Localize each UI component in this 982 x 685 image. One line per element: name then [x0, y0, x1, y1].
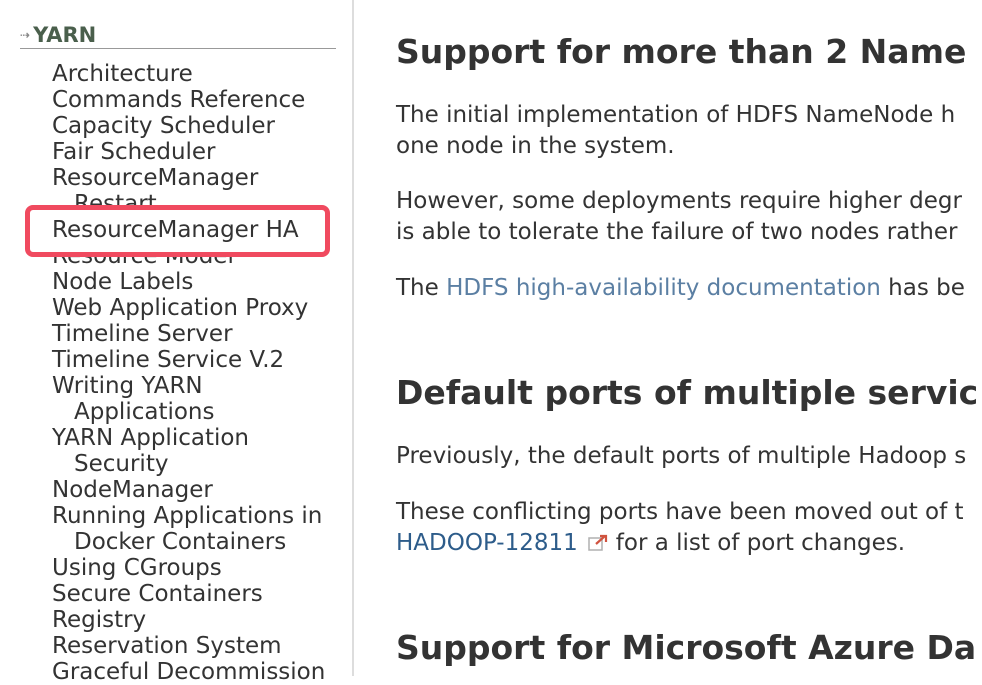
sidebar-item-label: ResourceManager — [52, 165, 259, 191]
sidebar-item-label: Registry — [52, 607, 147, 633]
paragraph-text: has be — [880, 275, 965, 301]
section-heading-azure: Support for Microsoft Azure Da — [396, 628, 977, 667]
yarn-section-title: YARN — [33, 23, 97, 47]
sidebar-item-label-line2: Docker Containers — [74, 529, 287, 555]
hdfs-ha-docs-link[interactable]: HDFS high-availability documentation — [446, 275, 881, 301]
sidebar-item-label: Node Labels — [52, 269, 194, 295]
sidebar-item-timeline-service-v2[interactable]: Timeline Service V.2 — [52, 347, 342, 373]
paragraph-text: These conflicting ports have been moved … — [396, 499, 964, 525]
paragraph-with-link: The HDFS high-availability documentation… — [396, 273, 965, 304]
paragraph-text: Previously, the default ports of multipl… — [396, 443, 967, 469]
paragraph-text: However, some deployments require higher… — [396, 188, 962, 214]
sidebar-item-label: YARN Application — [52, 425, 250, 451]
sidebar-item-node-labels[interactable]: Node Labels — [52, 269, 342, 295]
sidebar-item-label: ResourceManager HA — [52, 217, 299, 243]
sidebar-item-label: Reservation System — [52, 633, 282, 659]
paragraph-text: The — [396, 275, 447, 301]
sidebar-item-label: Timeline Service V.2 — [52, 347, 285, 373]
sidebar-item-label-line2: Applications — [74, 399, 215, 425]
sidebar-item-yarn-application-security[interactable]: YARN Application Security — [52, 425, 342, 477]
sidebar-item-label-line2: Security — [74, 451, 169, 477]
sidebar-item-label: Web Application Proxy — [52, 295, 309, 321]
sidebar-item-label: Writing YARN — [52, 373, 203, 399]
sidebar-item-capacity-scheduler[interactable]: Capacity Scheduler — [52, 113, 342, 139]
external-link-icon — [588, 534, 607, 551]
sidebar-item-label: NodeManager — [52, 477, 213, 503]
sidebar-item-label: Running Applications in — [52, 503, 323, 529]
sidebar-item-nodemanager[interactable]: NodeManager — [52, 477, 342, 503]
sidebar-item-using-cgroups[interactable]: Using CGroups — [52, 555, 342, 581]
paragraph-text: is able to tolerate the failure of two n… — [396, 219, 958, 245]
sidebar-item-label: Secure Containers — [52, 581, 263, 607]
paragraph-with-link: HADOOP-12811 for a list of port changes. — [396, 528, 905, 559]
sidebar-item-fair-scheduler[interactable]: Fair Scheduler — [52, 139, 342, 165]
sidebar-item-label: Timeline Server — [52, 321, 233, 347]
yarn-section-header: ⇢ YARN — [20, 22, 336, 49]
sidebar-item-registry[interactable]: Registry — [52, 607, 342, 633]
sidebar-item-graceful-decommission[interactable]: Graceful Decommission — [52, 659, 342, 685]
sidebar-item-secure-containers[interactable]: Secure Containers — [52, 581, 342, 607]
sidebar-item-timeline-server[interactable]: Timeline Server — [52, 321, 342, 347]
sidebar-item-commands-reference[interactable]: Commands Reference — [52, 87, 342, 113]
sidebar-item-resourcemanager-ha[interactable]: ResourceManager HA — [52, 217, 342, 243]
sidebar-item-label: Graceful Decommission — [52, 659, 326, 685]
sidebar-item-label: Capacity Scheduler — [52, 113, 275, 139]
sidebar-item-label: Fair Scheduler — [52, 139, 216, 165]
sidebar-item-reservation-system[interactable]: Reservation System — [52, 633, 342, 659]
sidebar-item-architecture[interactable]: Architecture — [52, 61, 342, 87]
sidebar-item-docker-containers[interactable]: Running Applications in Docker Containers — [52, 503, 342, 555]
paragraph-text: The initial implementation of HDFS NameN… — [396, 102, 956, 128]
section-heading-default-ports: Default ports of multiple servic — [396, 373, 979, 412]
sidebar-nav: ⇢ YARN Architecture Commands Reference Ca… — [0, 0, 354, 685]
paragraph-text: one node in the system. — [396, 133, 675, 159]
hadoop-12811-link[interactable]: HADOOP-12811 — [396, 530, 578, 556]
sidebar-item-label: Architecture — [52, 61, 193, 87]
arrow-right-icon: ⇢ — [20, 28, 31, 42]
sidebar-item-writing-yarn-applications[interactable]: Writing YARN Applications — [52, 373, 342, 425]
sidebar-item-label: Using CGroups — [52, 555, 222, 581]
section-heading-namenodes: Support for more than 2 Name — [396, 32, 967, 71]
main-content: Support for more than 2 Name The initial… — [396, 0, 982, 676]
sidebar-item-label: Commands Reference — [52, 87, 306, 113]
paragraph-text: for a list of port changes. — [615, 530, 906, 556]
sidebar-item-web-application-proxy[interactable]: Web Application Proxy — [52, 295, 342, 321]
